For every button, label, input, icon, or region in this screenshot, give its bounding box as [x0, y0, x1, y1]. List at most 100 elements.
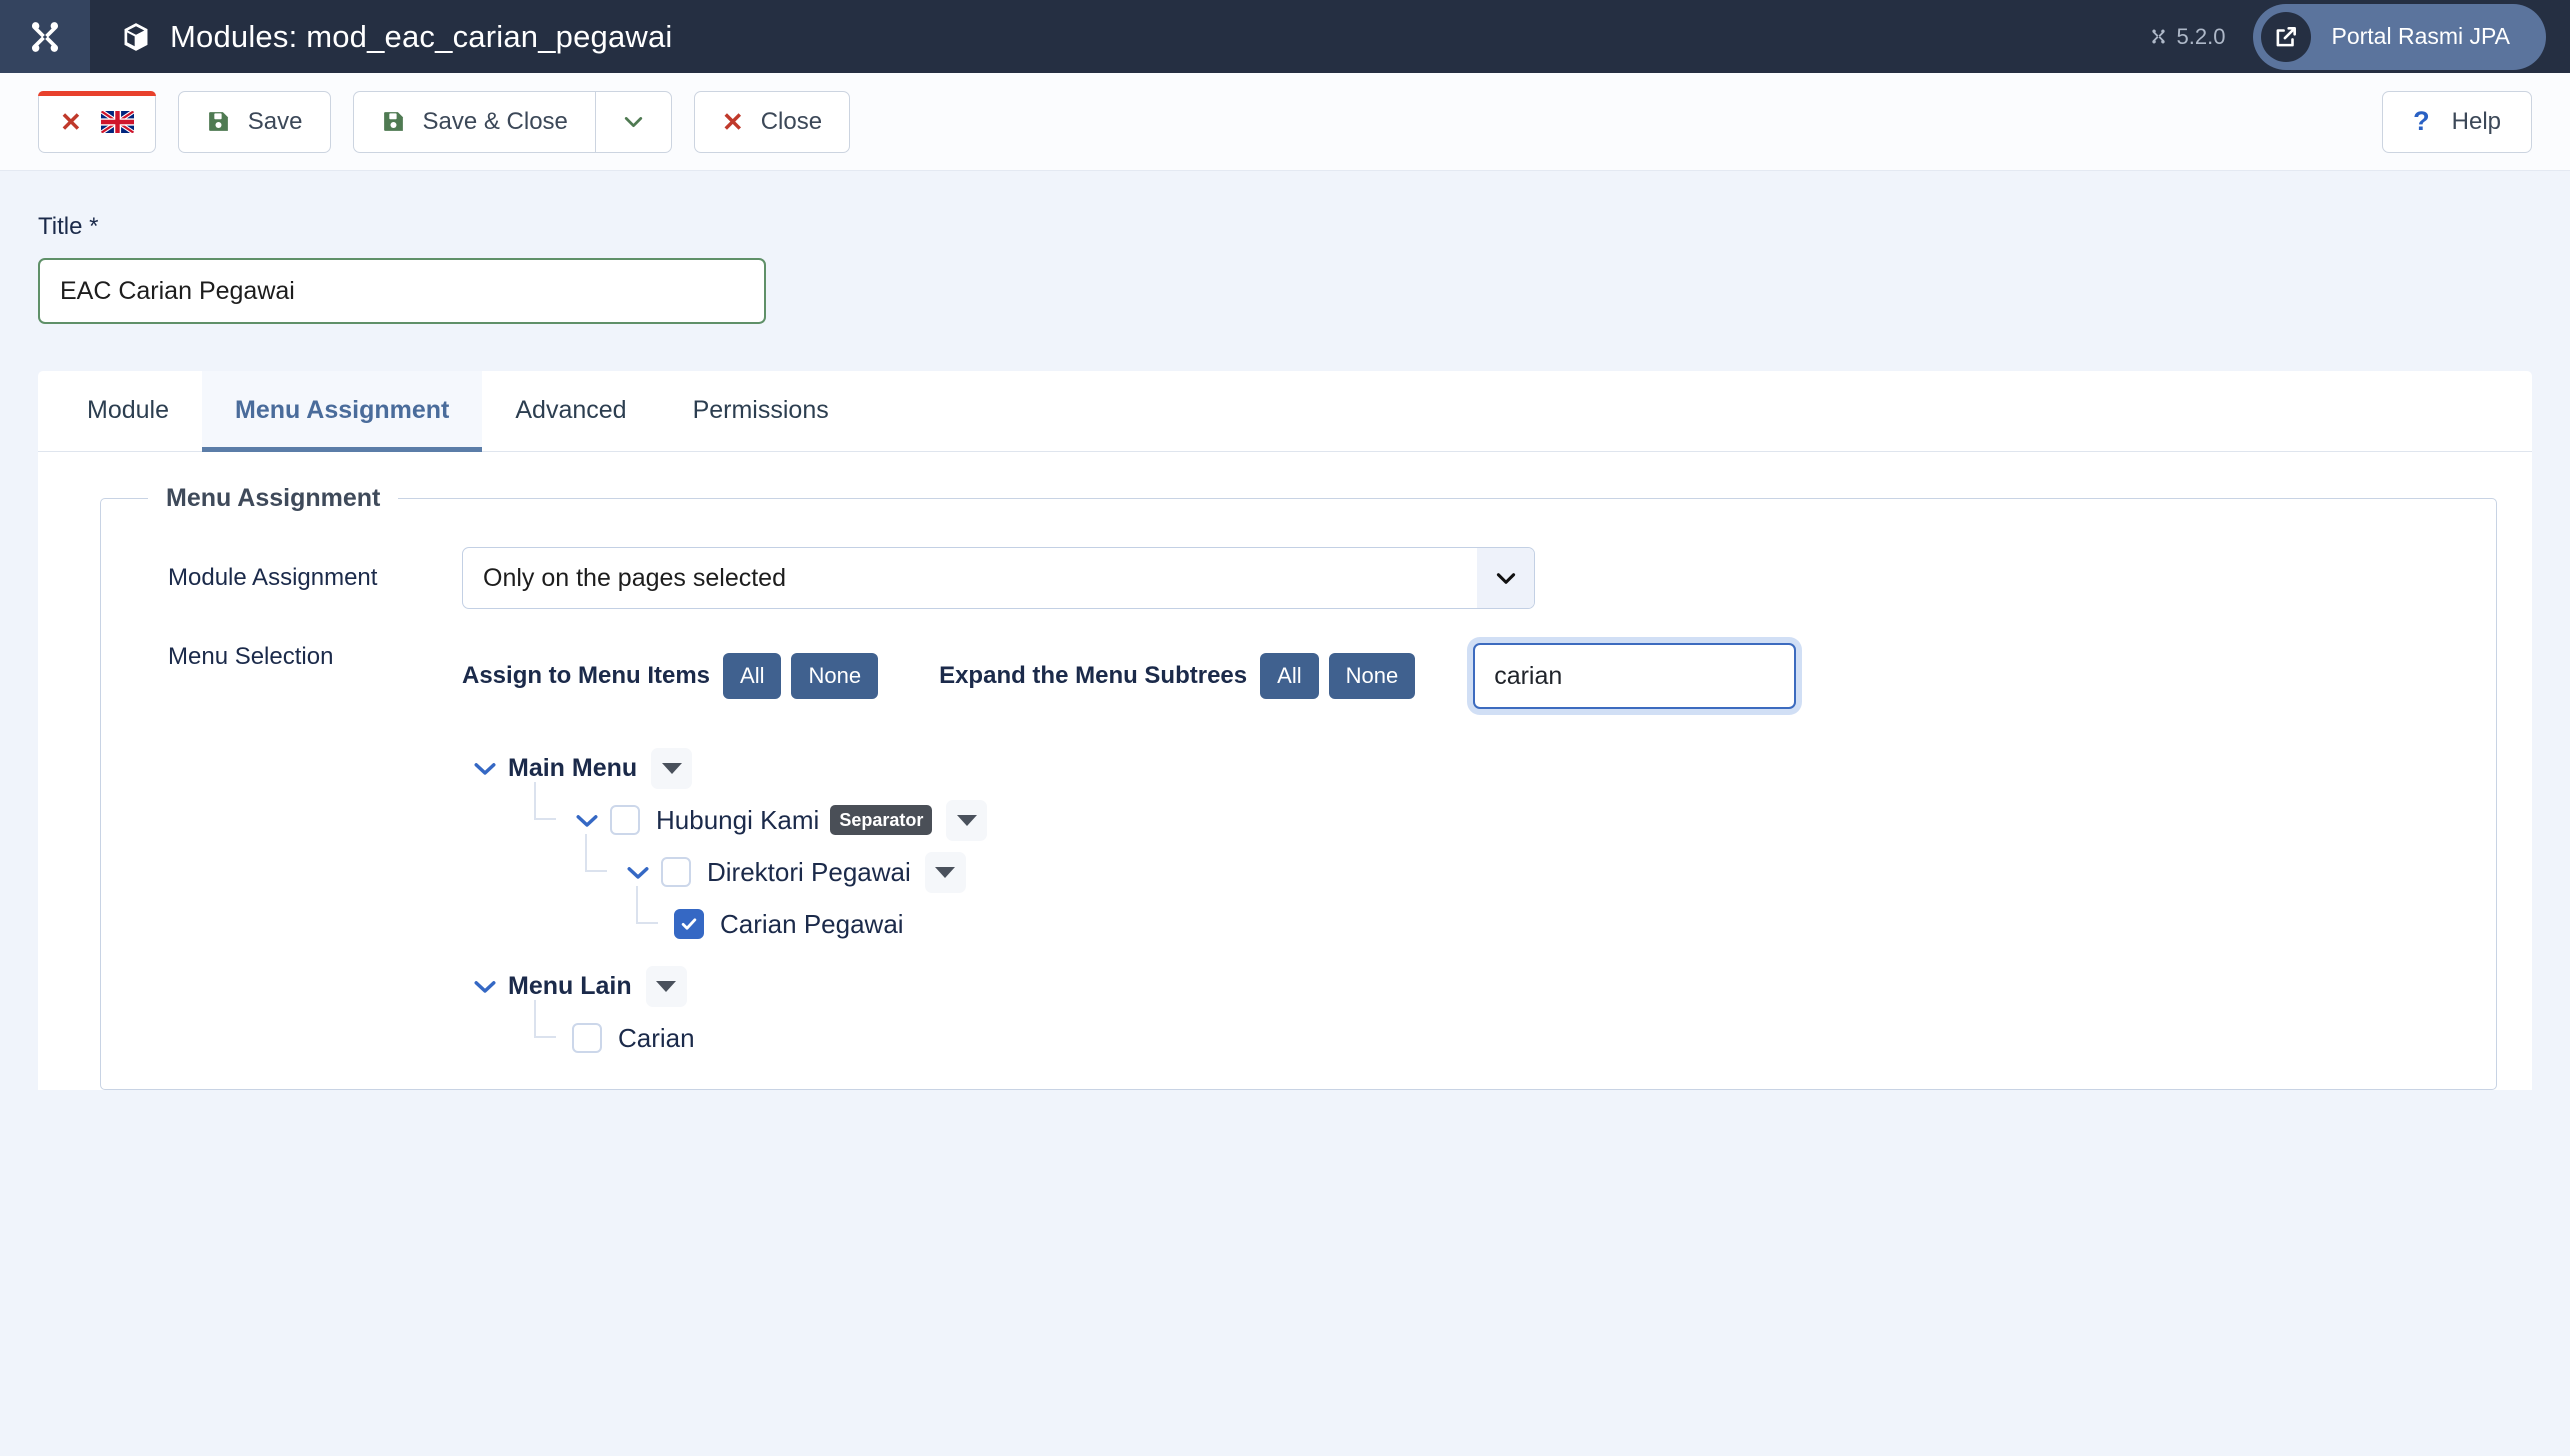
tree-label: Hubungi Kami: [656, 804, 820, 835]
save-close-split-button: Save & Close: [352, 90, 672, 153]
app-header: Modules: mod_eac_carian_pegawai 5.2.0 Po…: [0, 0, 2570, 73]
save-and-close-button[interactable]: Save & Close: [352, 90, 595, 153]
x-icon: ✕: [60, 106, 82, 137]
tree-node-dropdown-button[interactable]: [645, 965, 687, 1007]
x-icon: ✕: [721, 106, 744, 137]
menu-assignment-panel: Menu Assignment Module Assignment Only o…: [38, 452, 2532, 1090]
menu-selection-label: Menu Selection: [168, 643, 334, 670]
joomla-logo-icon: [32, 21, 58, 52]
check-icon: [681, 918, 697, 930]
joomla-version: 5.2.0: [2149, 23, 2226, 50]
menu-assignment-fieldset: Menu Assignment Module Assignment Only o…: [100, 484, 2497, 1090]
assign-menu-items-label: Assign to Menu Items: [462, 662, 711, 689]
title-input[interactable]: [38, 258, 766, 324]
tree-label: Menu Lain: [508, 971, 632, 1000]
module-assignment-selected-value: Only on the pages selected: [483, 563, 786, 592]
question-mark-icon: ?: [2413, 106, 2430, 136]
tree-label: Carian: [618, 1022, 695, 1053]
menu-search-wrap: [1473, 643, 1797, 709]
caret-down-icon: [956, 814, 977, 826]
module-assignment-select-arrow[interactable]: [1477, 548, 1534, 608]
tree-node-main-menu: Main Menu: [462, 742, 2496, 794]
tree-connector: [521, 1000, 572, 1064]
tree-node-dropdown-button[interactable]: [651, 747, 693, 789]
chevron-down-icon: [624, 117, 643, 128]
floppy-disk-icon: [208, 112, 228, 131]
tree-connector: [572, 834, 623, 898]
uk-flag-icon: [100, 110, 134, 133]
tree-node-dropdown-button[interactable]: [946, 799, 988, 841]
save-dropdown-toggle[interactable]: [594, 90, 672, 153]
tree-node-hubungi-kami: Hubungi Kami Separator: [462, 782, 2496, 846]
assign-menu-items-group: Assign to Menu Items All None: [462, 652, 888, 700]
help-button[interactable]: ? Help: [2382, 90, 2532, 153]
fieldset-legend: Menu Assignment: [166, 484, 381, 512]
tree-node-carian-pegawai: Carian Pegawai: [462, 886, 2496, 950]
joomla-logo-box[interactable]: [0, 0, 90, 73]
caret-down-icon: [656, 980, 677, 992]
save-and-close-label: Save & Close: [422, 107, 568, 135]
module-assignment-select-wrap: Only on the pages selected: [462, 547, 1535, 609]
tree-item-checkbox[interactable]: [661, 857, 691, 887]
menu-search-input[interactable]: [1475, 661, 1795, 691]
expand-subtrees-group: Expand the Menu Subtrees All None: [939, 652, 1425, 700]
floppy-disk-icon: [383, 112, 403, 131]
external-link-icon-wrap: [2261, 11, 2312, 62]
tree-node-dropdown-button[interactable]: [924, 851, 966, 893]
close-button[interactable]: ✕ Close: [693, 90, 851, 153]
header-title-group: Modules: mod_eac_carian_pegawai: [120, 19, 673, 55]
tree-label: Carian Pegawai: [720, 908, 904, 939]
title-label: Title *: [38, 213, 99, 240]
tree-item-checkbox[interactable]: [610, 805, 640, 835]
tree-node-menu-lain: Menu Lain: [462, 960, 2496, 1012]
tree-label: Direktori Pegawai: [707, 856, 911, 887]
header-right-group: 5.2.0 Portal Rasmi JPA: [2149, 3, 2570, 70]
tree-node-carian: Carian: [462, 1000, 2496, 1064]
module-assignment-row: Module Assignment Only on the pages sele…: [101, 547, 2496, 609]
expand-subtrees-label: Expand the Menu Subtrees: [939, 662, 1248, 689]
tree-connector: [623, 886, 674, 950]
tree-connector: [521, 782, 572, 846]
page-title: Modules: mod_eac_carian_pegawai: [170, 18, 673, 54]
portal-button-label: Portal Rasmi JPA: [2331, 23, 2510, 49]
external-link-icon: [2277, 26, 2297, 46]
menu-selection-content: Assign to Menu Items All None Expand the…: [462, 643, 2496, 1064]
portal-rasmi-jpa-button[interactable]: Portal Rasmi JPA: [2253, 3, 2546, 70]
menu-selection-row: Menu Selection Assign to Menu Items All …: [101, 643, 2496, 1064]
module-assignment-label: Module Assignment: [168, 564, 378, 591]
title-field-group: Title *: [38, 171, 2532, 324]
tree-item-checkbox[interactable]: [572, 1023, 602, 1053]
menu-selection-controls: Assign to Menu Items All None Expand the…: [462, 643, 2496, 709]
expand-none-button[interactable]: None: [1328, 652, 1416, 700]
tab-advanced[interactable]: Advanced: [482, 371, 659, 452]
assign-none-button[interactable]: None: [791, 652, 879, 700]
chevron-down-icon: [1496, 573, 1515, 584]
module-assignment-select[interactable]: Only on the pages selected: [462, 547, 1535, 609]
chevron-down-icon[interactable]: [572, 805, 602, 835]
editor-toolbar: ✕ Save Save & Close ✕ Close ? Help: [0, 73, 2570, 171]
expand-all-button[interactable]: All: [1260, 652, 1319, 700]
tab-bar: Module Menu Assignment Advanced Permissi…: [38, 371, 2532, 452]
tab-permissions[interactable]: Permissions: [660, 371, 862, 452]
cube-icon: [124, 22, 148, 51]
assign-all-button[interactable]: All: [723, 652, 782, 700]
menu-items-tree: Main Menu Hubungi Kami Separator Direkto…: [462, 742, 2496, 1064]
save-button-label: Save: [247, 107, 303, 135]
chevron-down-icon[interactable]: [470, 971, 500, 1001]
chevron-down-icon[interactable]: [470, 753, 500, 783]
tab-menu-assignment[interactable]: Menu Assignment: [202, 371, 483, 452]
tree-label: Main Menu: [508, 753, 638, 782]
page-body: Title * Module Menu Assignment Advanced …: [0, 171, 2570, 1090]
joomla-mark-icon: [2151, 29, 2165, 44]
tree-node-direktori-pegawai: Direktori Pegawai: [462, 834, 2496, 898]
version-label: 5.2.0: [2176, 23, 2226, 49]
tab-module[interactable]: Module: [54, 371, 202, 452]
close-button-label: Close: [760, 107, 823, 135]
chevron-down-icon[interactable]: [623, 857, 653, 887]
language-association-button[interactable]: ✕: [38, 90, 156, 153]
caret-down-icon: [661, 762, 682, 774]
help-button-label: Help: [2451, 107, 2501, 135]
tree-item-checkbox[interactable]: [674, 909, 704, 939]
caret-down-icon: [935, 866, 956, 878]
save-button[interactable]: Save: [177, 90, 331, 153]
